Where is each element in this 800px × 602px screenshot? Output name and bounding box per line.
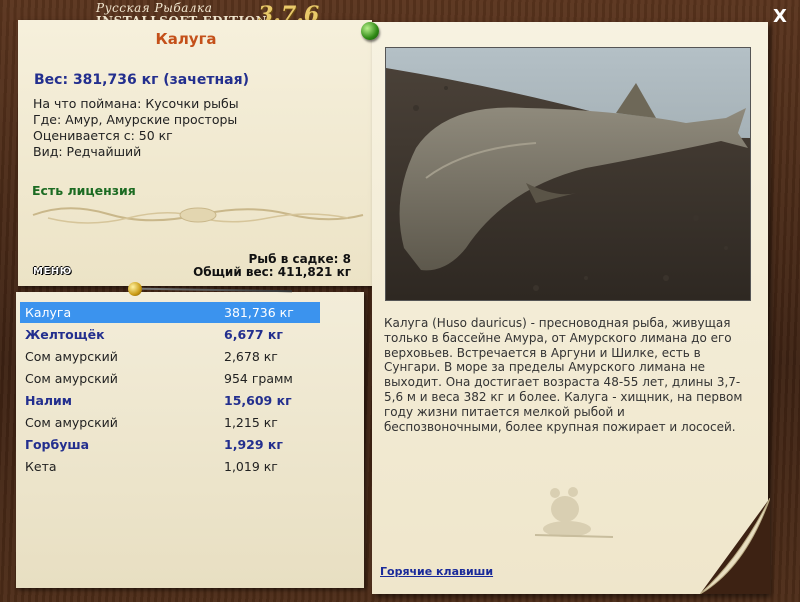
- catch-row[interactable]: Калуга 381,736 кг: [20, 302, 320, 323]
- catch-row-weight: 1,019 кг: [224, 459, 278, 474]
- hotkeys-link[interactable]: Горячие клавиши: [380, 565, 493, 578]
- pin-icon: [128, 282, 142, 296]
- decorative-ornament: [32, 207, 364, 224]
- fish-name: Калуга: [155, 30, 217, 48]
- keep-fish-count: Рыб в садке: 8: [248, 252, 352, 266]
- catch-row-name: Сом амурский: [25, 371, 118, 386]
- app-title-ru: Русская Рыбалка: [96, 1, 213, 15]
- fish-description: Калуга (Huso dauricus) - пресноводная ры…: [384, 316, 743, 434]
- catch-row-name: Калуга: [25, 305, 72, 320]
- fish-bait: На что поймана: Кусочки рыбы: [33, 96, 239, 111]
- catch-row-weight: 1,929 кг: [224, 437, 283, 452]
- fish-weight: Вес: 381,736 кг (зачетная): [34, 72, 249, 88]
- keep-total-weight: Общий вес: 411,821 кг: [193, 265, 351, 279]
- catch-row-weight: 15,609 кг: [224, 393, 292, 408]
- catch-row-name: Кета: [25, 459, 57, 474]
- catch-row[interactable]: Желтощёк 6,677 кг: [20, 324, 320, 345]
- close-button[interactable]: X: [768, 6, 792, 28]
- catch-row-name: Горбуша: [25, 437, 90, 452]
- catch-row[interactable]: Сом амурский 2,678 кг: [20, 346, 320, 367]
- fisher-silhouette-icon: [534, 487, 614, 538]
- catch-row[interactable]: Налим 15,609 кг: [20, 390, 320, 411]
- catch-row-weight: 6,677 кг: [224, 327, 283, 342]
- catch-row[interactable]: Кета 1,019 кг: [20, 456, 320, 477]
- catch-row-name: Сом амурский: [25, 415, 118, 430]
- fish-location: Где: Амур, Амурские просторы: [33, 112, 238, 127]
- menu-button[interactable]: МЕНЮ: [33, 266, 72, 277]
- fish-photo: [385, 47, 751, 301]
- catch-row-weight: 381,736 кг: [224, 305, 294, 320]
- catch-row[interactable]: Сом амурский 954 грамм: [20, 368, 320, 389]
- catch-row-name: Сом амурский: [25, 349, 118, 364]
- pin-green-icon: [361, 22, 379, 40]
- fish-rarity: Вид: Редчайший: [33, 144, 142, 159]
- catch-row[interactable]: Горбуша 1,929 кг: [20, 434, 320, 455]
- catch-row-name: Налим: [25, 393, 73, 408]
- catch-row-name: Желтощёк: [25, 327, 105, 342]
- license-status: Есть лицензия: [32, 183, 136, 198]
- catch-row-weight: 954 грамм: [224, 371, 293, 386]
- fish-price: Оценивается с: 50 кг: [33, 128, 173, 143]
- catch-row[interactable]: Сом амурский 1,215 кг: [20, 412, 320, 433]
- catch-row-weight: 2,678 кг: [224, 349, 278, 364]
- page-curl: [700, 498, 770, 594]
- catch-row-weight: 1,215 кг: [224, 415, 278, 430]
